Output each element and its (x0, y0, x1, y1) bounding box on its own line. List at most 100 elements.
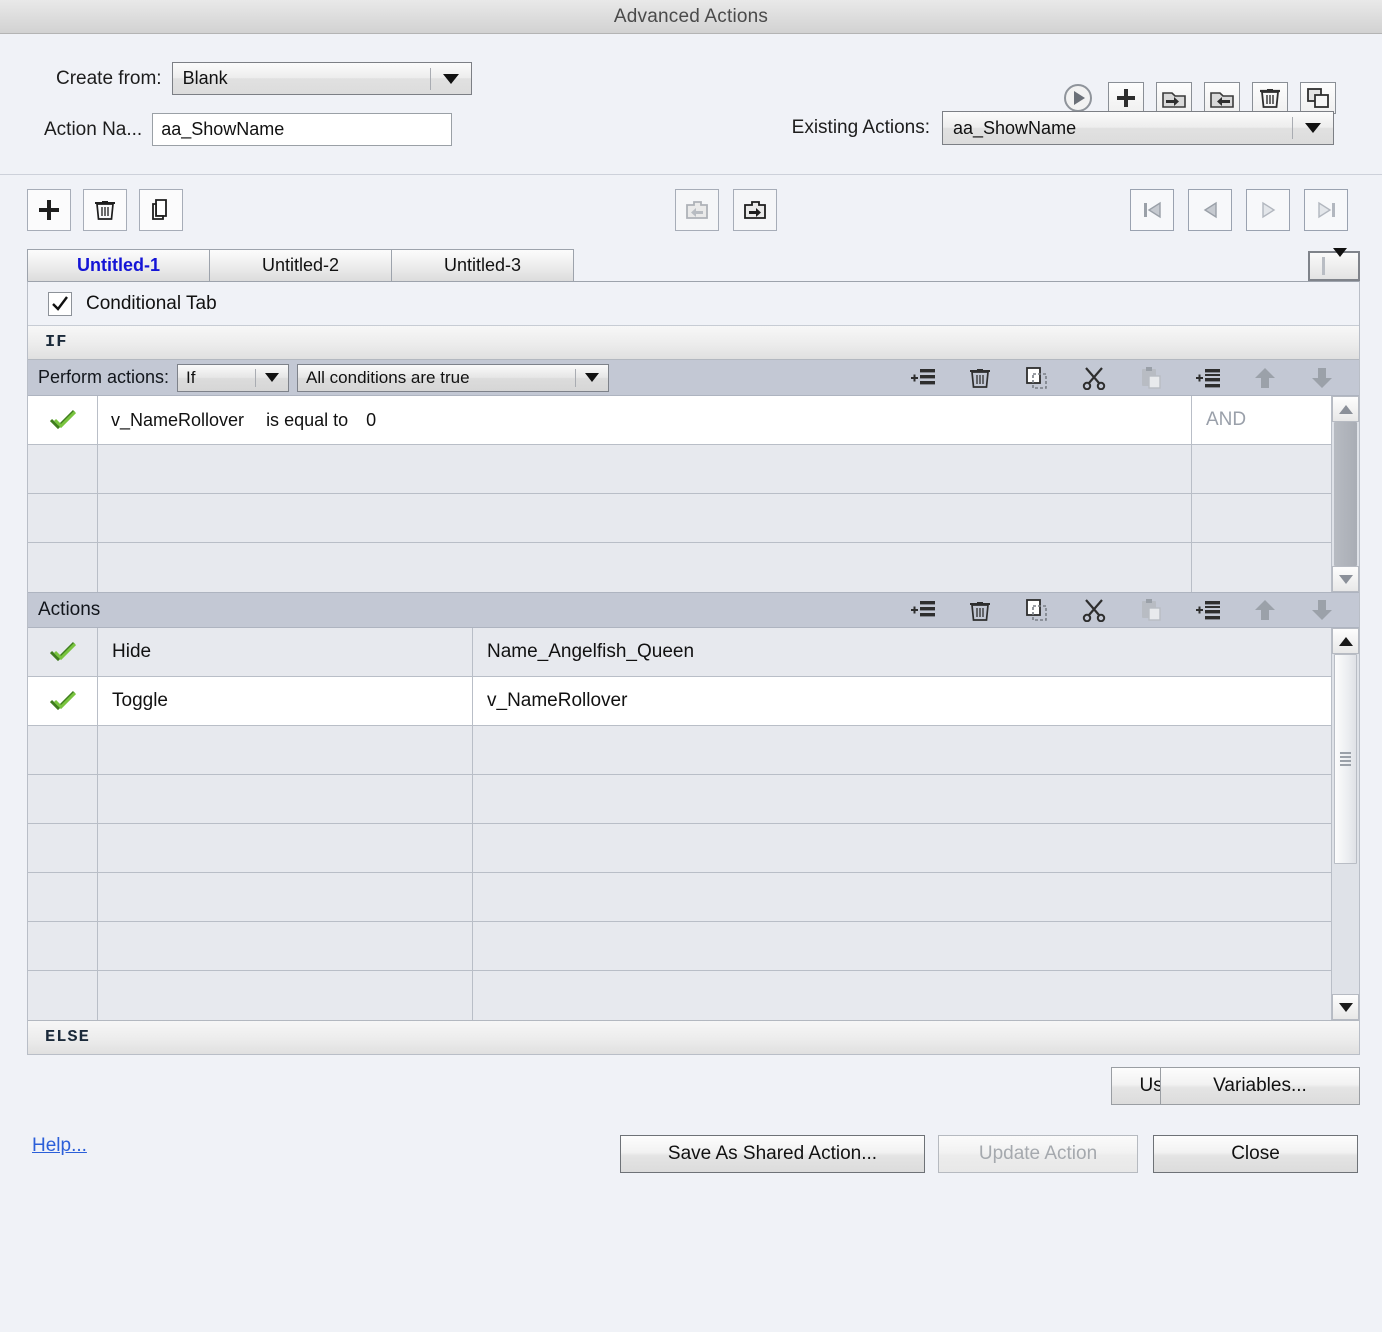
action-row-empty[interactable] (28, 922, 1331, 971)
condition-operator-select[interactable]: If (177, 363, 290, 392)
tab-list-dropdown[interactable] (1308, 248, 1360, 281)
scroll-thumb[interactable] (1334, 654, 1357, 864)
action-name (98, 775, 473, 823)
action-name (98, 824, 473, 872)
conditional-tab-checkbox[interactable] (48, 291, 72, 316)
move-up-icon[interactable] (1250, 364, 1280, 392)
action-name (98, 971, 473, 1020)
first-tab-icon[interactable] (1130, 189, 1174, 231)
delete-icon[interactable] (1252, 82, 1288, 114)
next-tab-icon[interactable] (1246, 189, 1290, 231)
conditional-tab-label: Conditional Tab (86, 292, 217, 314)
tab-untitled-3[interactable]: Untitled-3 (391, 249, 574, 281)
add-tab-icon[interactable] (27, 189, 71, 231)
action-row-empty[interactable] (28, 824, 1331, 873)
tab-untitled-2[interactable]: Untitled-2 (209, 249, 392, 281)
add-row-icon[interactable] (908, 596, 938, 624)
copy-row-icon[interactable] (1022, 596, 1052, 624)
scroll-down-button[interactable] (1332, 566, 1359, 592)
action-row-empty[interactable] (28, 726, 1331, 775)
action-row-empty[interactable] (28, 873, 1331, 922)
action-enabled-check[interactable] (28, 824, 98, 872)
insert-row-icon[interactable] (1193, 596, 1223, 624)
condition-row-empty[interactable] (28, 445, 1331, 494)
cut-row-icon[interactable] (1079, 596, 1109, 624)
copy-row-icon[interactable] (1022, 364, 1052, 392)
create-from-label: Create from: (56, 67, 162, 89)
tab-untitled-1[interactable]: Untitled-1 (27, 249, 210, 281)
conditional-tab-row[interactable]: Conditional Tab (28, 282, 1359, 326)
scroll-up-button[interactable] (1332, 628, 1359, 654)
action-enabled-check[interactable] (28, 677, 98, 725)
delete-tab-icon[interactable] (83, 189, 127, 231)
delete-row-icon[interactable] (965, 364, 995, 392)
condition-row-tools (908, 364, 1359, 392)
preview-play-icon[interactable] (1060, 82, 1096, 114)
duplicate-icon[interactable] (1300, 82, 1336, 114)
insert-row-icon[interactable] (1193, 364, 1223, 392)
condition-row-empty[interactable] (28, 543, 1331, 592)
add-row-icon[interactable] (908, 364, 938, 392)
chevron-down-icon (256, 373, 288, 382)
paste-row-icon[interactable] (1136, 596, 1166, 624)
scroll-track[interactable] (1332, 422, 1359, 566)
add-icon[interactable] (1108, 82, 1144, 114)
scroll-down-button[interactable] (1332, 994, 1359, 1020)
create-from-value: Blank (182, 68, 228, 88)
action-enabled-check[interactable] (28, 971, 98, 1020)
action-enabled-check[interactable] (28, 775, 98, 823)
export-tab-icon[interactable] (733, 189, 777, 231)
duplicate-tab-icon[interactable] (139, 189, 183, 231)
create-from-row: Create from: Blank (56, 62, 472, 95)
scroll-track[interactable] (1332, 654, 1359, 994)
condition-enabled-check[interactable] (28, 396, 98, 444)
action-target (473, 824, 1331, 872)
condition-value: 0 (366, 409, 377, 430)
last-tab-icon[interactable] (1304, 189, 1348, 231)
variables-button[interactable]: Variables... (1160, 1067, 1360, 1105)
action-row[interactable]: Hide Name_Angelfish_Queen (28, 628, 1331, 677)
chevron-down-icon (1293, 123, 1333, 133)
action-row[interactable]: Toggle v_NameRollover (28, 677, 1331, 726)
scroll-up-button[interactable] (1332, 396, 1359, 422)
delete-row-icon[interactable] (965, 596, 995, 624)
move-down-icon[interactable] (1307, 596, 1337, 624)
condition-enabled-check[interactable] (28, 445, 98, 493)
move-up-icon[interactable] (1250, 596, 1280, 624)
save-as-shared-action-button[interactable]: Save As Shared Action... (620, 1135, 925, 1173)
close-button[interactable]: Close (1153, 1135, 1358, 1173)
export-action-icon[interactable] (1156, 82, 1192, 114)
create-from-select[interactable]: Blank (171, 62, 472, 95)
condition-row[interactable]: v_NameRollover is equal to 0 AND (28, 396, 1331, 445)
move-down-icon[interactable] (1307, 364, 1337, 392)
condition-enabled-check[interactable] (28, 494, 98, 542)
condition-row-empty[interactable] (28, 494, 1331, 543)
conditions-scrollbar[interactable] (1331, 396, 1359, 592)
action-name-input[interactable]: aa_ShowName (152, 113, 453, 146)
action-target: v_NameRollover (487, 690, 628, 711)
import-action-icon[interactable] (1204, 82, 1240, 114)
cut-row-icon[interactable] (1079, 364, 1109, 392)
action-enabled-check[interactable] (28, 726, 98, 774)
condition-expression (98, 445, 1191, 493)
condition-header-bar: Perform actions: If All conditions are t… (28, 360, 1359, 396)
update-action-button[interactable]: Update Action (938, 1135, 1138, 1173)
actions-scrollbar[interactable] (1331, 628, 1359, 1020)
action-enabled-check[interactable] (28, 873, 98, 921)
import-tab-icon[interactable] (675, 189, 719, 231)
paste-row-icon[interactable] (1136, 364, 1166, 392)
existing-actions-select[interactable]: aa_ShowName (942, 111, 1334, 145)
scroll-thumb[interactable] (1334, 422, 1357, 566)
action-enabled-check[interactable] (28, 628, 98, 676)
action-name: Toggle (98, 677, 473, 725)
if-section-header: IF (28, 326, 1359, 360)
help-link[interactable]: Help... (32, 1135, 87, 1157)
previous-tab-icon[interactable] (1188, 189, 1232, 231)
action-row-empty[interactable] (28, 775, 1331, 824)
action-row-empty[interactable] (28, 971, 1331, 1020)
action-enabled-check[interactable] (28, 922, 98, 970)
actions-grid: Hide Name_Angelfish_Queen Toggle v_NameR… (28, 628, 1359, 1020)
condition-enabled-check[interactable] (28, 543, 98, 592)
condition-mode-select[interactable]: All conditions are true (297, 363, 610, 392)
condition-rows: v_NameRollover is equal to 0 AND (28, 396, 1331, 592)
